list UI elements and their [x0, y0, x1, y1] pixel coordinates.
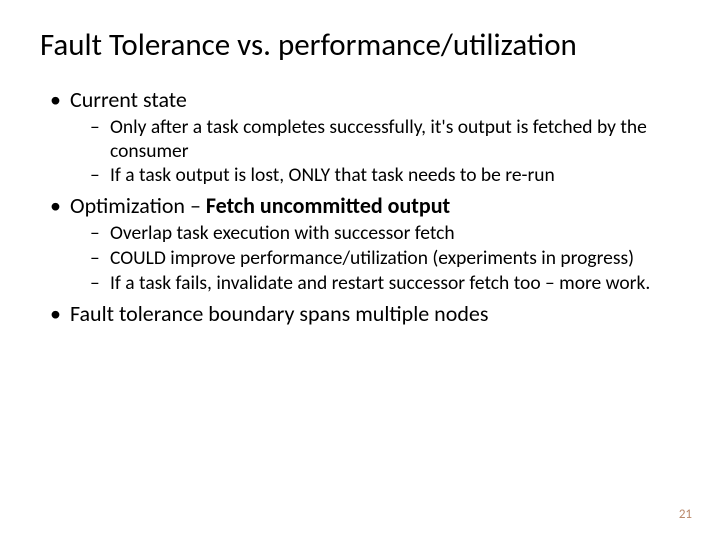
bullet-text-prefix: Optimization – [70, 192, 206, 219]
sub-list: Overlap task execution with successor fe… [88, 222, 680, 295]
sub-bullet: If a task output is lost, ONLY that task… [88, 164, 680, 188]
sub-bullet-text: Overlap task execution with successor fe… [110, 221, 455, 245]
sub-list: Only after a task completes successfully… [88, 116, 680, 188]
bullet-text: Fault tolerance boundary spans multiple … [70, 300, 488, 327]
sub-bullet-text: COULD improve performance/utilization (e… [110, 246, 634, 270]
sub-bullet-text: If a task output is lost, ONLY that task… [110, 163, 555, 187]
sub-bullet-text: Only after a task completes successfully… [110, 115, 647, 163]
sub-bullet-text: If a task fails, invalidate and restart … [110, 271, 650, 295]
page-number: 21 [679, 507, 692, 522]
bullet-list: Current state Only after a task complete… [44, 86, 680, 328]
sub-bullet: Only after a task completes successfully… [88, 116, 680, 164]
sub-bullet: If a task fails, invalidate and restart … [88, 272, 680, 296]
bullet-optimization: Optimization – Fetch uncommitted output … [44, 192, 680, 296]
sub-bullet: COULD improve performance/utilization (e… [88, 247, 680, 271]
slide-title: Fault Tolerance vs. performance/utilizat… [40, 28, 680, 64]
sub-bullet: Overlap task execution with successor fe… [88, 222, 680, 246]
bullet-text: Current state [70, 86, 187, 113]
bullet-fault-tolerance-boundary: Fault tolerance boundary spans multiple … [44, 300, 680, 328]
bullet-current-state: Current state Only after a task complete… [44, 86, 680, 189]
slide: Fault Tolerance vs. performance/utilizat… [0, 0, 720, 540]
bullet-text-emph: Fetch uncommitted output [206, 192, 450, 219]
